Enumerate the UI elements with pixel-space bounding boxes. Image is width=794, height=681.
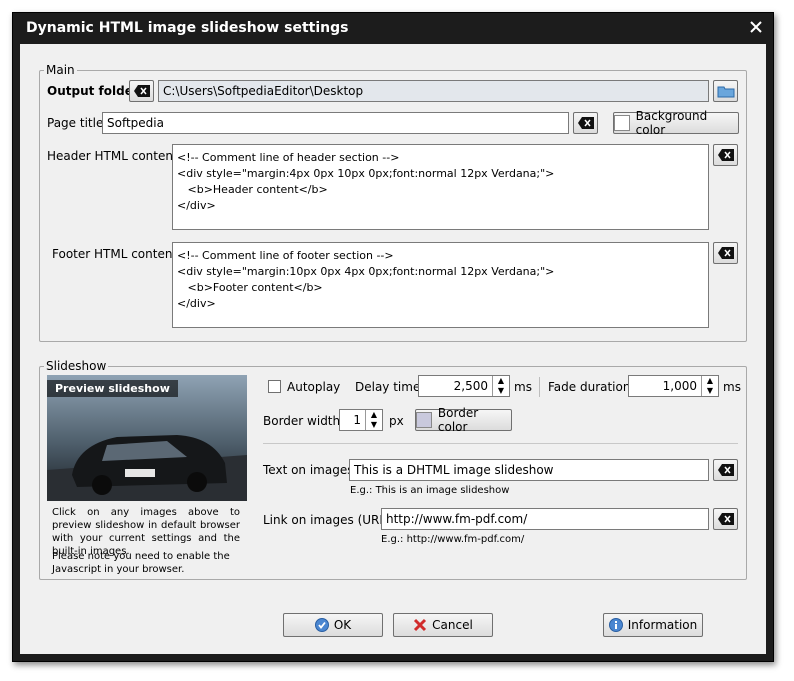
- clear-footer-button[interactable]: [713, 242, 738, 264]
- link-on-images-hint: E.g.: http://www.fm-pdf.com/: [381, 534, 525, 545]
- spin-down-icon[interactable]: ▼: [493, 386, 509, 396]
- background-color-swatch: [614, 115, 630, 131]
- fade-duration-value: 1,000: [662, 379, 697, 393]
- border-width-value: 1: [353, 413, 361, 427]
- page-title-label: Page title:: [47, 116, 108, 130]
- information-button-label: Information: [627, 618, 698, 632]
- border-color-button[interactable]: Border color: [415, 406, 512, 434]
- clear-icon: [577, 117, 594, 129]
- spin-down-icon[interactable]: ▼: [702, 386, 718, 396]
- clear-icon: [717, 464, 734, 476]
- close-icon: [750, 21, 762, 33]
- delay-time-label: Delay time:: [355, 380, 425, 394]
- clear-icon: [717, 247, 734, 259]
- border-width-unit: px: [389, 414, 404, 428]
- clear-icon: [717, 149, 734, 161]
- border-color-swatch: [416, 412, 432, 428]
- clear-icon: [717, 513, 734, 525]
- clear-header-button[interactable]: [713, 144, 738, 166]
- header-html-label: Header HTML content:: [47, 149, 182, 163]
- clear-output-folder-button[interactable]: [129, 80, 154, 102]
- cancel-button-label: Cancel: [432, 618, 473, 632]
- text-on-images-label: Text on images:: [263, 463, 358, 477]
- spin-down-icon[interactable]: ▼: [366, 420, 382, 430]
- footer-html-field[interactable]: <!-- Comment line of footer section --> …: [172, 242, 709, 328]
- ok-button-label: OK: [333, 618, 352, 632]
- autoplay-checkbox[interactable]: [268, 380, 281, 393]
- border-width-spin[interactable]: ▲ ▼: [365, 410, 382, 430]
- border-width-label: Border width:: [263, 414, 345, 428]
- delay-time-stepper[interactable]: 2,500 ▲ ▼: [418, 375, 510, 397]
- clear-icon: [133, 85, 150, 97]
- delay-time-unit: ms: [514, 380, 532, 394]
- separator: [263, 443, 738, 444]
- clear-link-button[interactable]: [713, 508, 738, 530]
- fade-duration-spin[interactable]: ▲ ▼: [701, 376, 718, 396]
- clear-text-button[interactable]: [713, 459, 738, 481]
- cancel-x-icon: [414, 618, 427, 632]
- info-icon: [608, 618, 623, 632]
- cancel-button[interactable]: Cancel: [393, 613, 493, 637]
- clear-page-title-button[interactable]: [573, 112, 598, 134]
- text-on-images-hint: E.g.: This is an image slideshow: [350, 485, 510, 496]
- fade-duration-stepper[interactable]: 1,000 ▲ ▼: [628, 375, 719, 397]
- border-color-label: Border color: [437, 406, 479, 434]
- autoplay-label: Autoplay: [287, 380, 341, 394]
- link-on-images-label: Link on images (URL):: [263, 513, 395, 527]
- page-title-field[interactable]: Softpedia: [102, 112, 569, 134]
- spin-up-icon[interactable]: ▲: [493, 376, 509, 386]
- spin-up-icon[interactable]: ▲: [366, 410, 382, 420]
- spin-up-icon[interactable]: ▲: [702, 376, 718, 386]
- slideshow-group-label: Slideshow: [44, 359, 109, 373]
- browse-folder-button[interactable]: [713, 80, 738, 102]
- main-group-label: Main: [44, 63, 77, 77]
- background-color-button[interactable]: Background color: [613, 109, 739, 137]
- preview-slideshow-label: Preview slideshow: [47, 380, 178, 397]
- separator: [539, 377, 540, 397]
- window-title: Dynamic HTML image slideshow settings: [26, 20, 349, 36]
- fade-duration-unit: ms: [723, 380, 741, 394]
- ok-button[interactable]: OK: [283, 613, 383, 637]
- border-width-stepper[interactable]: 1 ▲ ▼: [339, 409, 383, 431]
- text-on-images-field[interactable]: This is a DHTML image slideshow: [349, 459, 709, 481]
- delay-time-value: 2,500: [453, 379, 488, 393]
- information-button[interactable]: Information: [603, 613, 703, 637]
- fade-duration-label: Fade duration:: [548, 380, 635, 394]
- link-on-images-field[interactable]: http://www.fm-pdf.com/: [381, 508, 709, 530]
- header-html-field[interactable]: <!-- Comment line of header section --> …: [172, 144, 709, 230]
- folder-icon: [717, 86, 734, 98]
- output-folder-field[interactable]: C:\Users\SoftpediaEditor\Desktop: [158, 80, 709, 102]
- close-button[interactable]: [748, 19, 764, 35]
- delay-time-spin[interactable]: ▲ ▼: [492, 376, 509, 396]
- checkmark-icon: [314, 618, 329, 632]
- footer-html-label: Footer HTML content:: [52, 247, 182, 261]
- background-color-label: Background color: [635, 109, 708, 137]
- javascript-note-text: Please note you need to enable the Javas…: [52, 551, 230, 575]
